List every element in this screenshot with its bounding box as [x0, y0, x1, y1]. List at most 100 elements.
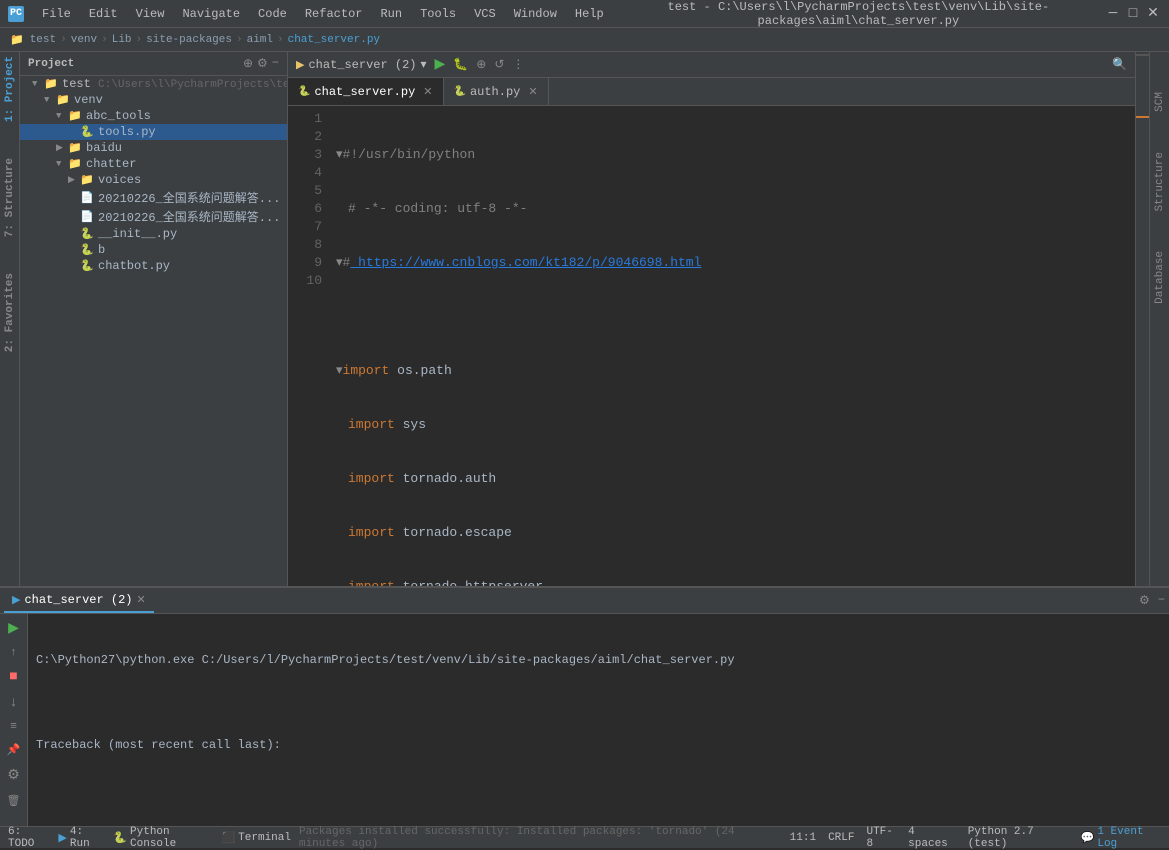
right-tab-structure[interactable]: Structure — [1154, 152, 1166, 211]
tree-label-test: test C:\Users\l\PycharmProjects\test — [62, 77, 287, 91]
status-line-ending[interactable]: CRLF — [828, 832, 854, 844]
status-python-version[interactable]: Python 2.7 (test) — [968, 826, 1069, 850]
tab-label-auth: auth.py — [470, 85, 520, 99]
breadcrumb-item-file[interactable]: chat_server.py — [288, 34, 380, 46]
run-tab-chat-server[interactable]: ▶ chat_server (2) ✕ — [4, 588, 154, 613]
run-scroll-down-button[interactable]: ↓ — [7, 693, 19, 713]
tree-item-baidu[interactable]: ▶ 📁 baidu — [20, 140, 287, 156]
tab-icon-chat-server: 🐍 — [298, 86, 310, 98]
title-left: PC File Edit View Navigate Code Refactor… — [8, 5, 612, 23]
breadcrumb-item-aiml[interactable]: aiml — [247, 34, 273, 46]
run-play-button[interactable]: ▶ — [6, 618, 21, 639]
menu-window[interactable]: Window — [506, 5, 565, 23]
right-tab-database[interactable]: Database — [1154, 251, 1166, 304]
run-button[interactable]: ▶ — [435, 56, 446, 73]
tree-item-b[interactable]: ▶ 🐍 b — [20, 242, 287, 258]
run-tab-close[interactable]: ✕ — [137, 593, 146, 607]
folder-icon-baidu: 📁 — [68, 141, 84, 155]
menu-help[interactable]: Help — [567, 5, 612, 23]
debug-button[interactable]: 🐛 — [453, 57, 468, 72]
folder-icon-test: 📁 — [44, 77, 60, 91]
run-settings-btn2[interactable]: ⚙ — [5, 765, 22, 786]
menu-file[interactable]: File — [34, 5, 79, 23]
project-tree: ▼ 📁 test C:\Users\l\PycharmProjects\test… — [20, 76, 287, 274]
status-run[interactable]: ▶ 4: Run — [58, 826, 105, 850]
status-python-console[interactable]: 🐍 Python Console — [113, 826, 213, 850]
run-collapse-icon[interactable]: − — [1158, 593, 1165, 608]
menu-edit[interactable]: Edit — [81, 5, 126, 23]
tree-item-doc1[interactable]: ▶ 📄 20210226_全国系统问题解答... — [20, 188, 287, 207]
sidebar-icon-minus[interactable]: − — [272, 56, 279, 71]
scroll-marker-2 — [1136, 116, 1149, 118]
coverage-button[interactable]: ⊕ — [476, 57, 486, 72]
run-pin-button[interactable]: 📌 — [5, 741, 23, 759]
run-stop-button[interactable]: ■ — [7, 667, 19, 687]
tree-item-abc-tools[interactable]: ▼ 📁 abc_tools — [20, 108, 287, 124]
run-config-selector[interactable]: ▶ chat_server (2) ▾ — [296, 57, 427, 72]
run-config-dropdown[interactable]: ▾ — [421, 57, 427, 72]
sidebar-icon-gear[interactable]: ⚙ — [257, 56, 268, 71]
status-event-log[interactable]: 💬 1 Event Log — [1081, 826, 1161, 850]
search-button[interactable]: 🔍 — [1112, 57, 1127, 72]
menu-navigate[interactable]: Navigate — [174, 5, 248, 23]
tree-label-init-py: __init__.py — [98, 227, 287, 241]
more-actions-button[interactable]: ⋮ — [512, 57, 524, 72]
structure-tab-label[interactable]: 7: Structure — [4, 158, 16, 237]
tab-close-chat-server[interactable]: ✕ — [423, 85, 432, 99]
output-text-area: C:\Python27\python.exe C:/Users/l/Pychar… — [28, 614, 1169, 826]
code-view[interactable]: 12345 678910 ▾#!/usr/bin/python # -*- co… — [288, 106, 1135, 586]
statusbar-right: 11:1 CRLF UTF-8 4 spaces Python 2.7 (tes… — [790, 826, 1161, 850]
right-tab-scm[interactable]: SCM — [1154, 92, 1166, 112]
code-content[interactable]: ▾#!/usr/bin/python # -*- coding: utf-8 -… — [328, 106, 1135, 586]
py-icon-chatbot: 🐍 — [80, 259, 96, 273]
menu-refactor[interactable]: Refactor — [297, 5, 371, 23]
window-controls: ─ □ ✕ — [1105, 6, 1161, 22]
bottom-panel: ▶ chat_server (2) ✕ ⚙ − ▶ ↑ ■ ↓ ≡ 📌 ⚙ 🗑 … — [0, 586, 1169, 826]
minimize-button[interactable]: ─ — [1105, 6, 1121, 22]
tree-item-init-py[interactable]: ▶ 🐍 __init__.py — [20, 226, 287, 242]
tree-item-root[interactable]: ▼ 📁 test C:\Users\l\PycharmProjects\test — [20, 76, 287, 92]
tab-close-auth[interactable]: ✕ — [528, 85, 537, 99]
run-settings-icon[interactable]: ⚙ — [1139, 593, 1150, 608]
tree-item-doc2[interactable]: ▶ 📄 20210226_全国系统问题解答... — [20, 207, 287, 226]
breadcrumb-item-lib[interactable]: Lib — [112, 34, 132, 46]
reload-button[interactable]: ↺ — [494, 57, 504, 72]
menu-vcs[interactable]: VCS — [466, 5, 504, 23]
status-indent[interactable]: 4 spaces — [908, 826, 956, 850]
terminal-icon: ⬛ — [221, 831, 235, 845]
close-button[interactable]: ✕ — [1145, 6, 1161, 22]
arrow-voices: ▶ — [68, 175, 80, 185]
menu-view[interactable]: View — [128, 5, 173, 23]
status-position[interactable]: 11:1 — [790, 832, 816, 844]
tree-item-chatter[interactable]: ▼ 📁 chatter — [20, 156, 287, 172]
status-todo[interactable]: 6: TODO — [8, 826, 50, 850]
run-clear-button[interactable]: 🗑 — [5, 792, 23, 810]
maximize-button[interactable]: □ — [1125, 6, 1141, 22]
breadcrumb-item-venv[interactable]: venv — [71, 34, 97, 46]
menu-code[interactable]: Code — [250, 5, 295, 23]
run-rerun-button[interactable]: ↑ — [8, 645, 19, 661]
tree-item-chatbot-py[interactable]: ▶ 🐍 chatbot.py — [20, 258, 287, 274]
breadcrumb-item-test[interactable]: test — [30, 34, 56, 46]
breadcrumb-folder-icon: 📁 — [10, 33, 24, 47]
run-output: ▶ ↑ ■ ↓ ≡ 📌 ⚙ 🗑 C:\Python27\python.exe C… — [0, 614, 1169, 826]
tab-auth[interactable]: 🐍 auth.py ✕ — [444, 78, 549, 105]
tree-item-venv[interactable]: ▼ 📁 venv — [20, 92, 287, 108]
status-terminal[interactable]: ⬛ Terminal — [221, 831, 291, 845]
sidebar-icon-globe[interactable]: ⊕ — [243, 56, 253, 71]
breadcrumb-item-site-packages[interactable]: site-packages — [146, 34, 232, 46]
editor-area: ▶ chat_server (2) ▾ ▶ 🐛 ⊕ ↺ ⋮ 🔍 🐍 chat_s… — [288, 52, 1135, 586]
tab-chat-server[interactable]: 🐍 chat_server.py ✕ — [288, 78, 444, 105]
sidebar-header: Project ⊕ ⚙ − — [20, 52, 287, 76]
run-wrap-button[interactable]: ≡ — [8, 719, 19, 735]
statusbar: 6: TODO ▶ 4: Run 🐍 Python Console ⬛ Term… — [0, 826, 1169, 848]
status-encoding[interactable]: UTF-8 — [866, 826, 896, 850]
project-tab-label[interactable]: 1: Project — [4, 56, 16, 122]
tree-item-voices[interactable]: ▶ 📁 voices — [20, 172, 287, 188]
menu-run[interactable]: Run — [372, 5, 410, 23]
menu-tools[interactable]: Tools — [412, 5, 464, 23]
favorites-tab-label[interactable]: 2: Favorites — [4, 273, 16, 352]
tree-item-tools-py[interactable]: ▶ 🐍 tools.py — [20, 124, 287, 140]
arrow-baidu: ▶ — [56, 143, 68, 153]
folder-icon-venv: 📁 — [56, 93, 72, 107]
